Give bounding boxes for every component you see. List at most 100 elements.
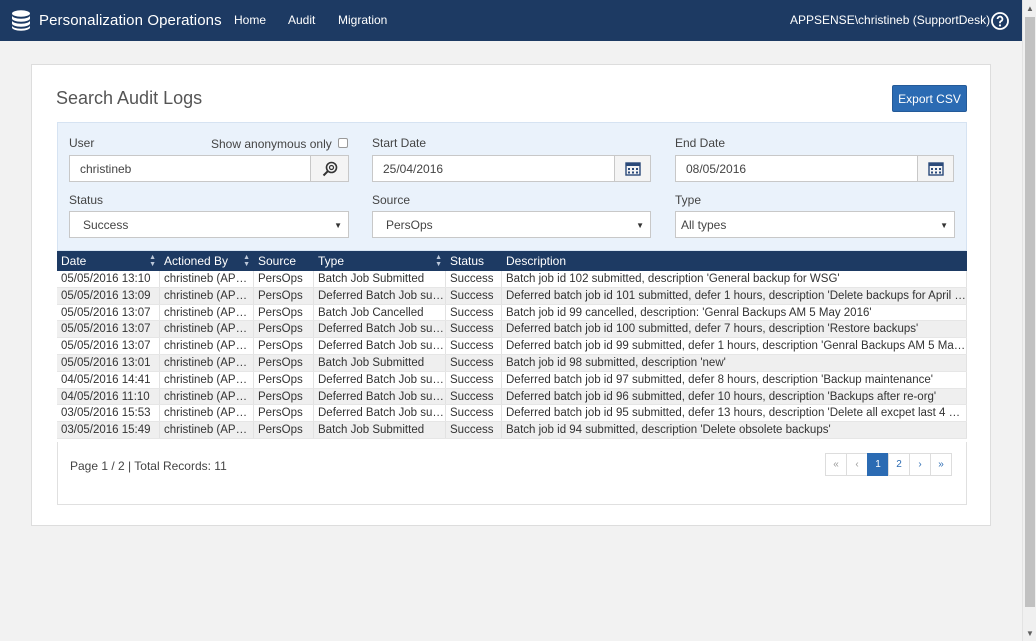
cell-description: Deferred batch job id 101 submitted, def… bbox=[502, 287, 967, 304]
cell-date: 04/05/2016 14:41 bbox=[57, 371, 160, 388]
top-navbar: Personalization Operations Home Audit Mi… bbox=[0, 0, 1022, 41]
status-select[interactable]: Success ▼ bbox=[69, 211, 349, 238]
end-date-picker-button[interactable] bbox=[917, 155, 954, 182]
table-row[interactable]: 05/05/2016 13:09 christineb (APPS... PersO… bbox=[57, 287, 967, 305]
cell-description: Batch job id 94 submitted, description '… bbox=[502, 422, 967, 438]
caret-down-icon: ▼ bbox=[940, 221, 948, 230]
table-row[interactable]: 05/05/2016 13:07 christineb (APPS... PersO… bbox=[57, 304, 967, 322]
cell-date: 05/05/2016 13:09 bbox=[57, 287, 160, 304]
cell-date: 05/05/2016 13:01 bbox=[57, 354, 160, 371]
cell-status: Success bbox=[446, 405, 502, 422]
cell-description: Batch job id 98 submitted, description '… bbox=[502, 354, 967, 371]
user-search-button[interactable] bbox=[310, 155, 349, 182]
table-footer: Page 1 / 2 | Total Records: 11 « ‹ 1 2 ›… bbox=[57, 442, 967, 505]
page-title: Search Audit Logs bbox=[56, 88, 203, 108]
column-type[interactable]: Type ▲ ▼ bbox=[314, 251, 446, 271]
scroll-thumb[interactable] bbox=[1025, 17, 1035, 607]
cell-status: Success bbox=[446, 422, 502, 438]
sort-icon[interactable]: ▲ ▼ bbox=[243, 254, 250, 268]
vertical-scrollbar[interactable]: ▲ ▼ bbox=[1022, 0, 1036, 641]
database-icon bbox=[12, 10, 30, 31]
cell-type: Deferred Batch Job sub... bbox=[314, 338, 446, 354]
cell-actioned-by: christineb (APPS... bbox=[160, 287, 254, 304]
type-select[interactable]: All types ▼ bbox=[675, 211, 955, 238]
user-input[interactable]: christineb bbox=[69, 155, 311, 182]
cell-date: 05/05/2016 13:07 bbox=[57, 304, 160, 321]
table-row[interactable]: 05/05/2016 13:07 christineb (APPS... PersO… bbox=[57, 338, 967, 355]
start-date-value: 25/04/2016 bbox=[383, 161, 444, 176]
table-row[interactable]: 03/05/2016 15:49 christineb (APPS... PersO… bbox=[57, 422, 967, 439]
cell-source: PersOps bbox=[254, 354, 314, 371]
table-row[interactable]: 04/05/2016 14:41 christineb (APPS... PersO… bbox=[57, 371, 967, 389]
source-select-value: PersOps bbox=[386, 217, 433, 232]
status-select-value: Success bbox=[83, 217, 129, 232]
cell-description: Deferred batch job id 99 submitted, defe… bbox=[502, 338, 967, 354]
cell-status: Success bbox=[446, 354, 502, 371]
cell-type: Deferred Batch Job sub... bbox=[314, 321, 446, 338]
page-2-button[interactable]: 2 bbox=[888, 453, 910, 476]
scroll-up-arrow-icon[interactable]: ▲ bbox=[1023, 0, 1036, 16]
start-date-input[interactable]: 25/04/2016 bbox=[372, 155, 615, 182]
column-date-label: Date bbox=[61, 254, 87, 268]
start-date-picker-button[interactable] bbox=[614, 155, 651, 182]
cell-date: 05/05/2016 13:07 bbox=[57, 338, 160, 354]
column-status[interactable]: Status bbox=[446, 251, 502, 271]
anonymous-checkbox[interactable] bbox=[338, 138, 348, 148]
cell-date: 03/05/2016 15:49 bbox=[57, 422, 160, 438]
cell-description: Deferred batch job id 100 submitted, def… bbox=[502, 321, 967, 338]
sort-icon[interactable]: ▲ ▼ bbox=[435, 254, 442, 268]
export-csv-button[interactable]: Export CSV bbox=[892, 85, 967, 112]
cell-source: PersOps bbox=[254, 304, 314, 321]
user-menu[interactable]: APPSENSE\christineb (SupportDesk) bbox=[790, 13, 990, 27]
table-row[interactable]: 03/05/2016 15:53 christineb (APPS... PersO… bbox=[57, 405, 967, 423]
cell-description: Batch job id 99 cancelled, description: … bbox=[502, 304, 967, 321]
page-1-button[interactable]: 1 bbox=[867, 453, 889, 476]
calendar-icon bbox=[624, 162, 641, 176]
last-page-button[interactable]: » bbox=[930, 453, 952, 476]
cell-source: PersOps bbox=[254, 287, 314, 304]
cell-type: Deferred Batch Job sub... bbox=[314, 287, 446, 304]
cell-actioned-by: christineb (APPS... bbox=[160, 304, 254, 321]
cell-source: PersOps bbox=[254, 371, 314, 388]
nav-migration[interactable]: Migration bbox=[338, 13, 387, 27]
table-row[interactable]: 05/05/2016 13:01 christineb (APPS... PersO… bbox=[57, 354, 967, 372]
cell-type: Deferred Batch Job sub... bbox=[314, 371, 446, 388]
nav-audit[interactable]: Audit bbox=[288, 13, 315, 27]
cell-date: 05/05/2016 13:10 bbox=[57, 271, 160, 287]
table-row[interactable]: 05/05/2016 13:10 christineb (APPS... PersO… bbox=[57, 271, 967, 288]
cell-status: Success bbox=[446, 287, 502, 304]
cell-type: Batch Job Submitted bbox=[314, 271, 446, 287]
sort-icon[interactable]: ▲ ▼ bbox=[149, 254, 156, 268]
cell-actioned-by: christineb (APPS... bbox=[160, 271, 254, 287]
source-select[interactable]: PersOps ▼ bbox=[372, 211, 651, 238]
end-date-input[interactable]: 08/05/2016 bbox=[675, 155, 918, 182]
source-label: Source bbox=[372, 193, 411, 207]
column-source[interactable]: Source bbox=[254, 251, 314, 271]
first-page-button[interactable]: « bbox=[825, 453, 847, 476]
cell-source: PersOps bbox=[254, 405, 314, 422]
nav-home[interactable]: Home bbox=[234, 13, 266, 27]
column-description[interactable]: Description bbox=[502, 251, 967, 271]
user-input-value: christineb bbox=[80, 161, 132, 176]
page-info: Page 1 / 2 | Total Records: 11 bbox=[70, 459, 227, 473]
cell-status: Success bbox=[446, 304, 502, 321]
caret-down-icon: ▼ bbox=[636, 221, 644, 230]
brand[interactable]: Personalization Operations bbox=[11, 10, 222, 31]
cell-actioned-by: christineb (APPS... bbox=[160, 388, 254, 405]
cell-type: Deferred Batch Job sub... bbox=[314, 405, 446, 422]
scroll-down-arrow-icon[interactable]: ▼ bbox=[1023, 625, 1036, 641]
cell-actioned-by: christineb (APPS... bbox=[160, 422, 254, 438]
caret-down-icon: ▼ bbox=[334, 221, 342, 230]
column-actioned-by[interactable]: Actioned By ▲ ▼ bbox=[160, 251, 254, 271]
help-icon[interactable] bbox=[991, 12, 1009, 30]
table-row[interactable]: 04/05/2016 11:10 christineb (APPS... PersO… bbox=[57, 388, 967, 406]
cell-status: Success bbox=[446, 388, 502, 405]
audit-panel: Search Audit Logs Export CSV User Show a… bbox=[31, 64, 991, 526]
table-row[interactable]: 05/05/2016 13:07 christineb (APPS... PersO… bbox=[57, 321, 967, 339]
next-page-button[interactable]: › bbox=[909, 453, 931, 476]
column-date[interactable]: Date ▲ ▼ bbox=[57, 251, 160, 271]
prev-page-button[interactable]: ‹ bbox=[846, 453, 868, 476]
column-source-label: Source bbox=[258, 254, 297, 268]
status-label: Status bbox=[69, 193, 104, 207]
cell-actioned-by: christineb (APPS... bbox=[160, 354, 254, 371]
